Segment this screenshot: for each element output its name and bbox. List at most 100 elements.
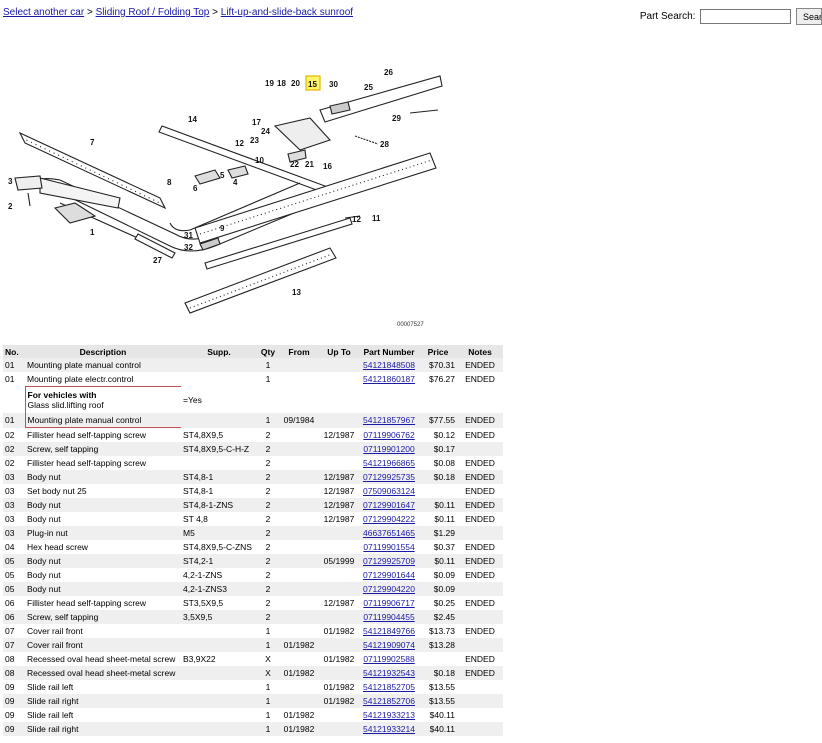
part-number-link[interactable]: 07129901647	[363, 500, 415, 510]
breadcrumb-link-sliding-roof[interactable]: Sliding Roof / Folding Top	[96, 7, 210, 18]
part-number-link[interactable]: 07119906717	[363, 598, 414, 608]
cell-from	[279, 610, 319, 624]
cell-price: $76.27	[419, 372, 457, 387]
part-number-link[interactable]: 07129925735	[363, 472, 415, 482]
part-number-link[interactable]: 54121933214	[363, 724, 415, 734]
cell-description: Fillister head self-tapping screw	[25, 427, 181, 442]
callout-18[interactable]: 18	[277, 79, 286, 88]
cell-supp: 4,2-1-ZNS	[181, 568, 257, 582]
callout-12-bottom[interactable]: 12	[352, 215, 361, 224]
callout-7[interactable]: 7	[90, 138, 95, 147]
callout-6[interactable]: 6	[193, 184, 198, 193]
callout-29[interactable]: 29	[392, 114, 401, 123]
part-number-link[interactable]: 54121852706	[363, 696, 415, 706]
cell-no: 03	[3, 498, 25, 512]
part-number-link[interactable]: 54121909074	[363, 640, 415, 650]
table-row: 01 Mounting plate manual control 1 54121848…	[3, 358, 503, 372]
cell-no: 09	[3, 722, 25, 736]
cell-no: 03	[3, 526, 25, 540]
table-row: 06 Fillister head self-tapping screw ST3,5…	[3, 596, 503, 610]
callout-19[interactable]: 19	[265, 79, 274, 88]
callout-2[interactable]: 2	[8, 202, 13, 211]
cell-up-to	[319, 638, 359, 652]
callout-31[interactable]: 31	[184, 231, 193, 240]
callout-14[interactable]: 14	[188, 115, 197, 124]
callout-12-top[interactable]: 12	[235, 139, 244, 148]
callout-27[interactable]: 27	[153, 256, 162, 265]
callout-28[interactable]: 28	[380, 140, 389, 149]
cell-no: 07	[3, 624, 25, 638]
cell-qty: 1	[257, 722, 279, 736]
callout-8[interactable]: 8	[167, 178, 172, 187]
part-search-button[interactable]: Search	[796, 8, 822, 25]
cell-qty: 2	[257, 540, 279, 554]
cell-price: $40.11	[419, 708, 457, 722]
cell-from	[279, 680, 319, 694]
part-number-link[interactable]: 54121933213	[363, 710, 415, 720]
table-row: 07 Cover rail front 1 01/1982 54121909074 $13…	[3, 638, 503, 652]
part-number-link[interactable]: 07509063124	[363, 486, 415, 496]
header-part-number: Part Number	[359, 345, 419, 358]
cell-up-to: 01/1982	[319, 680, 359, 694]
parts-table: No. Description Supp. Qty From Up To Par…	[3, 345, 503, 736]
part-number-link[interactable]: 07119904455	[363, 612, 414, 622]
part-number-link[interactable]: 07129925709	[363, 556, 415, 566]
header-no: No.	[3, 345, 25, 358]
table-row: 03 Plug-in nut M5 2 46637651465 $1.29	[3, 526, 503, 540]
cell-notes: ENDED	[457, 498, 503, 512]
callout-13[interactable]: 13	[292, 288, 301, 297]
part-number-link[interactable]: 54121966865	[363, 458, 415, 468]
callout-20[interactable]: 20	[291, 79, 300, 88]
callout-11[interactable]: 11	[372, 214, 381, 223]
callout-10[interactable]: 10	[255, 156, 264, 165]
callout-9[interactable]: 9	[220, 224, 225, 233]
cell-supp: ST4,2-1	[181, 554, 257, 568]
part-number-link[interactable]: 07119906762	[363, 430, 414, 440]
cell-qty: 2	[257, 470, 279, 484]
cell-description: Mounting plate electr.control	[25, 372, 181, 387]
cell-price	[419, 652, 457, 666]
cell-description: Slide rail left	[25, 708, 181, 722]
callout-15[interactable]: 15	[308, 80, 317, 89]
part-number-link[interactable]: 07129901644	[363, 570, 415, 580]
part-number-link[interactable]: 07119901200	[363, 444, 414, 454]
callout-22[interactable]: 22	[290, 160, 299, 169]
part-search-input[interactable]	[700, 9, 792, 24]
callout-3[interactable]: 3	[8, 177, 13, 186]
callout-30[interactable]: 30	[329, 80, 338, 89]
callout-21[interactable]: 21	[305, 160, 314, 169]
part-number-link[interactable]: 54121852705	[363, 682, 415, 692]
callout-25[interactable]: 25	[364, 83, 373, 92]
table-row: 03 Set body nut 25 ST4,8-1 2 12/1987 07509063…	[3, 484, 503, 498]
part-number-link[interactable]: 54121860187	[363, 374, 415, 384]
callout-23[interactable]: 23	[250, 136, 259, 145]
callout-32[interactable]: 32	[184, 243, 193, 252]
cell-supp: ST4,8-1	[181, 470, 257, 484]
part-number-link[interactable]: 46637651465	[363, 528, 415, 538]
cell-notes: ENDED	[457, 624, 503, 638]
breadcrumb: Select another car > Sliding Roof / Fold…	[3, 7, 353, 18]
cell-notes: ENDED	[457, 470, 503, 484]
part-number-link[interactable]: 07129904222	[363, 514, 415, 524]
callout-24[interactable]: 24	[261, 127, 270, 136]
part-number-link[interactable]: 07119902588	[363, 654, 414, 664]
part-number-link[interactable]: 07129904220	[363, 584, 415, 594]
callout-17[interactable]: 17	[252, 118, 261, 127]
part-number-link[interactable]: 54121932543	[363, 668, 415, 678]
breadcrumb-link-sunroof[interactable]: Lift-up-and-slide-back sunroof	[221, 7, 353, 18]
callout-16[interactable]: 16	[323, 162, 332, 171]
cell-supp: ST4,8X9,5-C-ZNS	[181, 540, 257, 554]
callout-26[interactable]: 26	[384, 68, 393, 77]
callout-5[interactable]: 5	[220, 171, 225, 180]
breadcrumb-link-select-car[interactable]: Select another car	[3, 7, 84, 18]
cell-description: Body nut	[25, 512, 181, 526]
callout-1[interactable]: 1	[90, 228, 95, 237]
part-number-link[interactable]: 54121857967	[363, 415, 415, 425]
part-number-link[interactable]: 54121848508	[363, 360, 415, 370]
cell-price: $40.11	[419, 722, 457, 736]
part-number-link[interactable]: 54121849766	[363, 626, 415, 636]
callout-4[interactable]: 4	[233, 178, 238, 187]
part-number-link[interactable]: 07119901554	[363, 542, 414, 552]
cell-notes	[457, 638, 503, 652]
cell-qty: 2	[257, 456, 279, 470]
